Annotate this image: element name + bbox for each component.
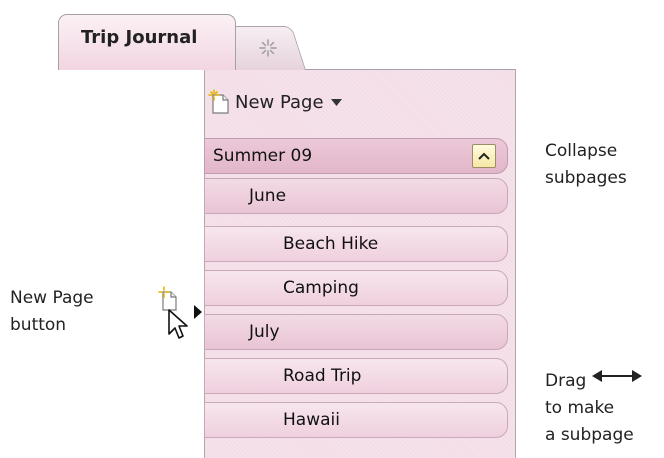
new-page-label: New Page	[235, 91, 324, 113]
sparkle-icon	[259, 39, 277, 57]
chevron-up-icon	[478, 152, 490, 160]
page-label: Road Trip	[283, 366, 362, 386]
page-tab-summer-09[interactable]: Summer 09	[204, 138, 508, 174]
annotation-line: button	[10, 315, 67, 335]
double-arrow-icon	[592, 370, 642, 382]
mouse-pointer-icon	[168, 309, 188, 339]
page-label: June	[249, 186, 287, 206]
annotation-line: New Page	[10, 288, 94, 308]
annotation-line: Collapse	[545, 141, 618, 161]
new-page-icon	[208, 89, 229, 114]
annotation-line: to make	[545, 398, 615, 418]
page-label: Camping	[283, 278, 359, 298]
annotation-line: a subpage	[545, 425, 634, 445]
caret-right-icon	[194, 305, 202, 319]
page-tab-road-trip[interactable]: Road Trip	[204, 358, 508, 394]
page-tabs-panel	[204, 70, 516, 458]
annotation-line: subpages	[545, 168, 627, 188]
collapse-subpages-button[interactable]	[472, 144, 496, 168]
collapse-subpages-annotation: Collapse subpages	[545, 138, 627, 192]
page-tab-june[interactable]: June	[204, 178, 508, 214]
page-label: Beach Hike	[283, 234, 379, 254]
caret-down-icon[interactable]	[330, 98, 342, 106]
page-label: Hawaii	[283, 410, 340, 430]
tab-label: Trip Journal	[81, 27, 198, 48]
page-tab-beach-hike[interactable]: Beach Hike	[204, 226, 508, 262]
tab-trip-journal[interactable]: Trip Journal	[58, 14, 236, 70]
page-tab-hawaii[interactable]: Hawaii	[204, 402, 508, 438]
page-tab-camping[interactable]: Camping	[204, 270, 508, 306]
page-label: Summer 09	[213, 146, 313, 166]
page-tab-july[interactable]: July	[204, 314, 508, 350]
page-label: July	[249, 322, 280, 342]
new-page-button-annotation: New Page button	[10, 285, 94, 339]
new-page-button[interactable]: New Page	[208, 84, 368, 120]
